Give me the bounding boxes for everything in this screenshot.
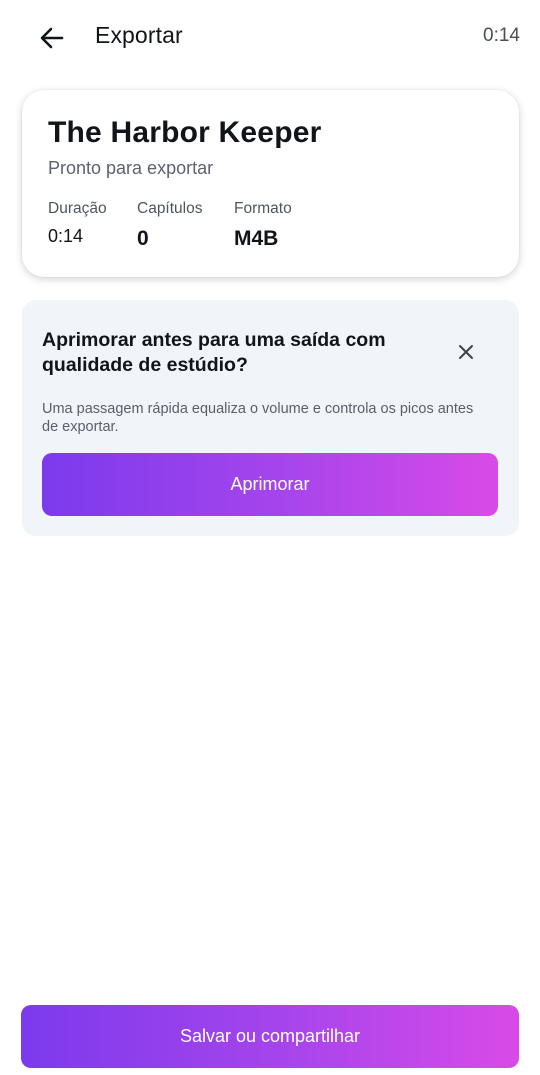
stat-chapters-value: 0 [137, 227, 149, 250]
page-title: Exportar [95, 22, 183, 48]
export-status: Pronto para exportar [48, 158, 214, 178]
arrow-left-icon [40, 27, 64, 49]
book-title: The Harbor Keeper [48, 116, 322, 149]
enhance-description: Uma passagem rápida equaliza o volume e … [42, 401, 474, 435]
dismiss-button[interactable] [454, 340, 478, 364]
enhance-button[interactable]: Aprimorar [42, 453, 498, 516]
stat-chapters: Capítulos 0 [137, 200, 202, 251]
back-button[interactable] [36, 22, 68, 54]
enhance-title: Aprimorar antes para uma saída com quali… [42, 329, 386, 376]
stat-duration: Duração 0:14 [48, 200, 107, 247]
save-or-share-button[interactable]: Salvar ou compartilhar [21, 1005, 519, 1068]
app-header: Exportar 0:14 [0, 0, 540, 72]
stat-format: Formato M4B [234, 200, 292, 251]
stat-format-label: Formato [234, 200, 292, 217]
stat-duration-label: Duração [48, 200, 107, 217]
stat-chapters-label: Capítulos [137, 200, 203, 217]
enhance-suggestion-card: Aprimorar antes para uma saída com quali… [22, 300, 519, 536]
stat-format-value: M4B [234, 227, 279, 250]
header-duration: 0:14 [483, 25, 520, 46]
export-screen: Exportar 0:14 The Harbor Keeper Pronto p… [0, 0, 540, 1075]
export-summary-card: The Harbor Keeper Pronto para exportar D… [22, 90, 519, 277]
close-icon [459, 345, 473, 359]
stat-duration-value: 0:14 [48, 226, 84, 246]
